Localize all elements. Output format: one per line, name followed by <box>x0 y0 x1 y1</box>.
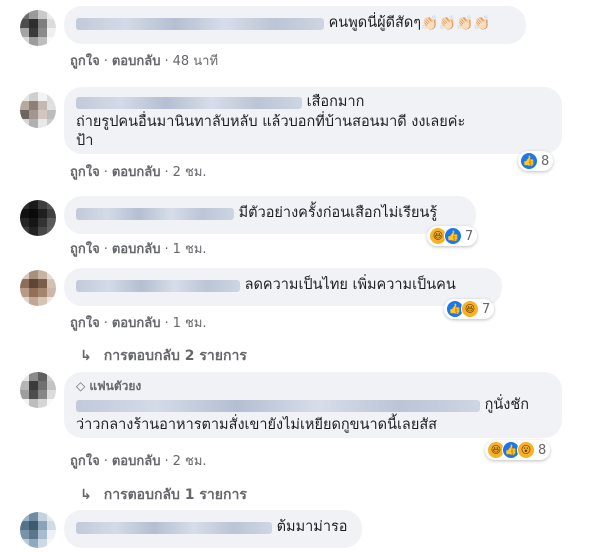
blurred-author-name[interactable] <box>76 399 480 412</box>
timestamp[interactable]: 1 ชม. <box>173 316 207 331</box>
like-link[interactable]: ถูกใจ <box>70 242 100 257</box>
timestamp[interactable]: 2 ชม. <box>173 454 207 469</box>
comment-text-line2: ว่าวกลางร้านอาหารตามสั่งเขายังไม่เหยียดก… <box>76 416 438 433</box>
avatar[interactable] <box>20 372 56 408</box>
avatar[interactable] <box>20 10 56 46</box>
like-link[interactable]: ถูกใจ <box>70 165 100 180</box>
reaction-summary[interactable]: 😆 👍 😮 8 <box>485 440 551 460</box>
like-link[interactable]: ถูกใจ <box>70 54 100 69</box>
comment-actions: ถูกใจ · ตอบกลับ · 2 ชม. <box>70 454 207 469</box>
blurred-author-name[interactable] <box>76 96 302 109</box>
comment-text-line1: เสือกมาก <box>306 94 365 110</box>
comment-bubble: มีตัวอย่างครั้งก่อนเสือกไม่เรียนรู้ <box>64 196 476 234</box>
comment-text: มีตัวอย่างครั้งก่อนเสือกไม่เรียนรู้ <box>238 205 438 221</box>
comment-actions: ถูกใจ · ตอบกลับ · 1 ชม. <box>70 242 207 257</box>
comment-text-line2: ถ่ายรูปคนอื่นมานินทาลับหลับ แล้วบอกที่บ้… <box>76 113 466 130</box>
timestamp[interactable]: 1 ชม. <box>173 242 207 257</box>
top-fan-badge: ◇ แฟนตัวยง <box>76 379 142 393</box>
timestamp[interactable]: 48 นาที <box>173 54 218 69</box>
view-replies-link[interactable]: ↳ การตอบกลับ 2 รายการ <box>80 345 247 367</box>
comment-bubble: เสือกมาก ถ่ายรูปคนอื่นมานินทาลับหลับ แล้… <box>64 87 562 154</box>
comment-text: ลดความเป็นไทย เพิ่มความเป็นคน <box>244 277 456 293</box>
blurred-author-name[interactable] <box>76 17 324 30</box>
comment-bubble: ต้มมาม่ารอ <box>64 510 362 548</box>
comment-actions: ถูกใจ · ตอบกลับ · 2 ชม. <box>70 165 207 180</box>
reply-link[interactable]: ตอบกลับ <box>112 165 161 180</box>
view-replies-link[interactable]: ↳ การตอบกลับ 1 รายการ <box>80 484 247 506</box>
reply-arrow-icon: ↳ <box>80 348 92 364</box>
comment-text: คนพูดนี่ผู้ดีสัดๆ <box>328 15 422 31</box>
reply-link[interactable]: ตอบกลับ <box>112 316 161 331</box>
reaction-summary[interactable]: 😆 👍 7 <box>427 226 478 246</box>
comment-actions: ถูกใจ · ตอบกลับ · 48 นาที <box>70 54 219 69</box>
avatar[interactable] <box>20 92 56 128</box>
reaction-count: 7 <box>465 228 474 244</box>
avatar[interactable] <box>20 512 56 548</box>
comment-text-line1: กูนั่งชัก <box>484 397 530 413</box>
reaction-count: 8 <box>541 153 550 169</box>
blurred-author-name[interactable] <box>76 279 240 292</box>
reaction-summary[interactable]: 👍 8 <box>518 151 554 171</box>
reply-arrow-icon: ↳ <box>80 487 92 503</box>
like-reaction-icon: 👍 <box>520 152 538 170</box>
haha-reaction-icon: 😆 <box>461 300 479 318</box>
reply-link[interactable]: ตอบกลับ <box>112 54 161 69</box>
blurred-author-name[interactable] <box>76 207 234 220</box>
reaction-count: 7 <box>482 301 491 317</box>
avatar[interactable] <box>20 200 56 236</box>
clap-emoji: 👏🏻👏🏻👏🏻👏🏻 <box>421 15 491 32</box>
reply-link[interactable]: ตอบกลับ <box>112 454 161 469</box>
comment-text: ต้มมาม่ารอ <box>276 519 348 535</box>
like-reaction-icon: 👍 <box>444 227 462 245</box>
like-link[interactable]: ถูกใจ <box>70 454 100 469</box>
like-link[interactable]: ถูกใจ <box>70 316 100 331</box>
avatar[interactable] <box>20 270 56 306</box>
comment-bubble: คนพูดนี่ผู้ดีสัดๆ👏🏻👏🏻👏🏻👏🏻 <box>64 6 526 44</box>
comment-bubble: ◇ แฟนตัวยง กูนั่งชัก ว่าวกลางร้านอาหารตา… <box>64 372 562 438</box>
wow-reaction-icon: 😮 <box>517 441 535 459</box>
diamond-icon: ◇ <box>76 379 86 393</box>
timestamp[interactable]: 2 ชม. <box>173 165 207 180</box>
reaction-count: 8 <box>538 442 547 458</box>
comment-bubble: ลดความเป็นไทย เพิ่มความเป็นคน <box>64 268 502 306</box>
reaction-summary[interactable]: 👍 😆 7 <box>444 299 495 319</box>
comment-actions: ถูกใจ · ตอบกลับ · 1 ชม. <box>70 316 207 331</box>
reply-link[interactable]: ตอบกลับ <box>112 242 161 257</box>
comment-text-line3: ป้า <box>76 132 94 149</box>
blurred-author-name[interactable] <box>76 521 272 534</box>
